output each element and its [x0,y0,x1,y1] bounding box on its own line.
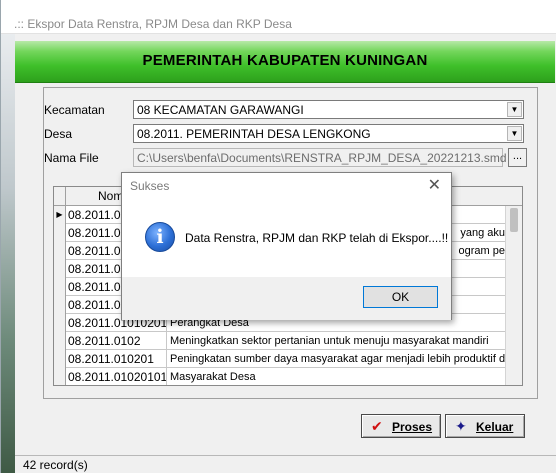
row-indicator [54,278,66,296]
desa-select[interactable]: 08.2011. PEMERINTAH DESA LENGKONG ▼ [133,124,524,143]
close-icon[interactable]: ✕ [428,175,441,195]
file-label: Nama File [44,151,99,165]
title-bar: .:: Ekspor Data Renstra, RPJM Desa dan R… [1,0,556,34]
header-indicator [54,187,66,206]
row-indicator [54,368,66,385]
row-nomor: 08.2011.01020101 [68,368,167,385]
dialog-message: Data Renstra, RPJM dan RKP telah di Eksp… [185,231,449,245]
window-title: .:: Ekspor Data Renstra, RPJM Desa dan R… [14,17,292,31]
keluar-button[interactable]: ✦ Keluar [445,414,525,438]
row-indicator [54,296,66,314]
kecamatan-label: Kecamatan [44,103,105,117]
keluar-label: Keluar [476,420,514,434]
header-banner: PEMERINTAH KABUPATEN KUNINGAN [15,41,555,83]
row-uraian: Peningkatan sumber daya masyarakat agar … [170,353,507,365]
proses-label: Proses [392,420,433,434]
exit-wand-icon: ✦ [455,418,467,434]
browse-button[interactable]: ... [508,148,527,167]
status-bar: 42 record(s) [15,455,556,473]
table-row[interactable]: 08.2011.0102 Meningkatkan sektor pertani… [54,332,507,350]
dialog-title: Sukses [130,179,170,193]
table-row[interactable]: 08.2011.010201 Peningkatan sumber daya m… [54,350,507,368]
banner-title: PEMERINTAH KABUPATEN KUNINGAN [142,52,428,69]
kecamatan-select[interactable]: 08 KECAMATAN GARAWANGI ▼ [133,100,524,119]
info-icon: i [145,222,175,252]
file-path-field[interactable]: C:\Users\benfa\Documents\RENSTRA_RPJM_DE… [133,148,507,167]
row-indicator [54,224,66,242]
kecamatan-value: 08 KECAMATAN GARAWANGI [137,103,304,117]
row-indicator [54,332,66,350]
ok-button[interactable]: OK [363,286,438,308]
file-path-value: C:\Users\benfa\Documents\RENSTRA_RPJM_DE… [137,151,507,165]
table-row[interactable]: 08.2011.01020101 Masyarakat Desa [54,368,507,385]
row-indicator [54,260,66,278]
row-pointer-icon: ▶ [54,206,66,224]
row-indicator [54,350,66,368]
desa-label: Desa [44,127,73,141]
row-uraian: Masyarakat Desa [170,371,256,383]
success-dialog: Sukses ✕ i Data Renstra, RPJM dan RKP te… [121,172,452,320]
desktop-background [1,34,15,473]
chevron-down-icon[interactable]: ▼ [507,126,522,141]
row-nomor: 08.2011.010201 [66,350,167,368]
checkmark-icon: ✔ [371,418,383,434]
vertical-scrollbar[interactable] [505,206,522,385]
chevron-down-icon[interactable]: ▼ [507,102,522,117]
row-nomor: 08.2011.0102 [66,332,167,350]
proses-button[interactable]: ✔ Proses [361,414,441,438]
row-indicator [54,314,66,332]
row-uraian: Meningkatkan sektor pertanian untuk menu… [170,335,489,347]
row-indicator [54,242,66,260]
record-count: 42 record(s) [23,458,88,472]
desa-value: 08.2011. PEMERINTAH DESA LENGKONG [137,127,371,141]
scrollbar-thumb[interactable] [510,208,518,232]
